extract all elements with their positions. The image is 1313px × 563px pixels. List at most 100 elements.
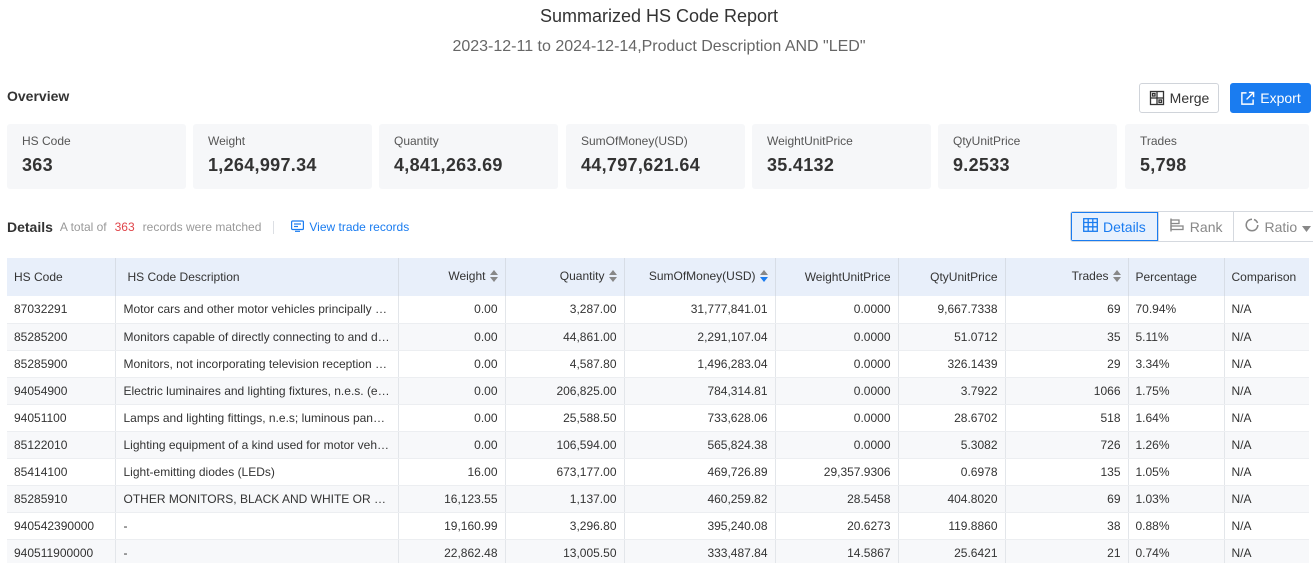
column-header-sum-of-money[interactable]: SumOfMoney(USD) — [624, 258, 776, 296]
column-header-qty-unit-price[interactable]: QtyUnitPrice — [898, 258, 1006, 296]
cell-description: Motor cars and other motor vehicles prin… — [115, 296, 399, 324]
report-subtitle: 2023-12-11 to 2024-12-14,Product Descrip… — [452, 38, 866, 55]
cell-comparison: N/A — [1224, 350, 1309, 378]
cell-sum-of-money: 31,777,841.01 — [624, 296, 776, 324]
sort-icon[interactable] — [759, 269, 768, 285]
cell-hs-code[interactable]: 85285910 — [7, 485, 116, 513]
merge-button[interactable]: Merge — [1139, 83, 1219, 113]
table-row[interactable]: 85285910 OTHER MONITORS, BLACK AND WHITE … — [7, 485, 1309, 513]
column-header-description[interactable]: HS Code Description — [115, 258, 399, 296]
cell-hs-code[interactable]: 940511900000 — [7, 539, 116, 563]
table-row[interactable]: 940542390000-19,160.99 3,296.80 395,240.08… — [7, 512, 1309, 540]
cell-qty-unit-price: 404.8020 — [898, 485, 1006, 513]
cell-weight: 0.00 — [398, 323, 506, 351]
cell-percentage: 1.03% — [1128, 485, 1225, 513]
cell-weight-unit-price: 0.0000 — [775, 377, 899, 405]
cell-trades: 1066 — [1005, 377, 1129, 405]
cell-hs-code[interactable]: 85285200 — [7, 323, 116, 351]
cell-hs-code[interactable]: 85122010 — [7, 431, 116, 459]
rank-view-label: Rank — [1189, 218, 1223, 235]
column-header-weight[interactable]: Weight — [398, 258, 506, 296]
card-value: 35.4132 — [767, 155, 835, 175]
cell-comparison: N/A — [1224, 431, 1309, 459]
cell-qty-unit-price: 3.7922 — [898, 377, 1006, 405]
hs-code-table: HS Code HS Code Description Weight Quant… — [7, 258, 1309, 563]
cell-quantity: 13,005.50 — [505, 539, 625, 563]
cell-percentage: 0.88% — [1128, 512, 1225, 540]
sort-icon[interactable] — [1112, 269, 1121, 285]
cell-weight: 0.00 — [398, 296, 506, 324]
column-header-trades[interactable]: Trades — [1005, 258, 1129, 296]
cell-weight: 19,160.99 — [398, 512, 506, 540]
cell-hs-code[interactable]: 85414100 — [7, 458, 116, 486]
card-value: 4,841,263.69 — [394, 155, 503, 175]
card-label: Weight — [208, 134, 246, 148]
cell-weight-unit-price: 0.0000 — [775, 323, 899, 351]
column-header-quantity[interactable]: Quantity — [505, 258, 625, 296]
column-header-percentage: Percentage — [1128, 258, 1225, 296]
total-suffix: records were matched — [142, 220, 262, 234]
record-count: 363 — [114, 220, 135, 234]
cell-comparison: N/A — [1224, 485, 1309, 513]
card-label: QtyUnitPrice — [953, 134, 1021, 148]
rank-view-button[interactable]: Rank — [1157, 212, 1234, 241]
cell-hs-code[interactable]: 94054900 — [7, 377, 116, 405]
cell-weight: 16.00 — [398, 458, 506, 486]
table-row[interactable]: 87032291 Motor cars and other motor vehic… — [7, 296, 1309, 324]
cell-qty-unit-price: 326.1439 — [898, 350, 1006, 378]
view-link-label: View trade records — [309, 220, 410, 234]
cell-percentage: 1.26% — [1128, 431, 1225, 459]
cell-weight: 0.00 — [398, 377, 506, 405]
cell-comparison: N/A — [1224, 377, 1309, 405]
cell-weight-unit-price: 0.0000 — [775, 296, 899, 324]
cell-hs-code[interactable]: 85285900 — [7, 350, 116, 378]
card-value: 363 — [22, 155, 53, 175]
report-title: Summarized HS Code Report — [539, 6, 779, 26]
cell-percentage: 1.64% — [1128, 404, 1225, 432]
view-trade-records-link[interactable]: View trade records — [291, 219, 410, 235]
column-header-hs-code[interactable]: HS Code — [7, 258, 116, 296]
sort-icon[interactable] — [608, 269, 617, 285]
details-header: Details A total of 363 records were matc… — [7, 217, 409, 237]
cell-quantity: 3,296.80 — [505, 512, 625, 540]
cell-comparison: N/A — [1224, 296, 1309, 324]
sort-icon[interactable] — [489, 269, 498, 285]
cell-trades: 21 — [1005, 539, 1129, 563]
cell-quantity: 206,825.00 — [505, 377, 625, 405]
cell-sum-of-money: 2,291,107.04 — [624, 323, 776, 351]
card-label: SumOfMoney(USD) — [581, 134, 688, 148]
cell-percentage: 0.74% — [1128, 539, 1225, 563]
cell-trades: 69 — [1005, 485, 1129, 513]
table-row[interactable]: 94054900 Electric luminaires and lighting… — [7, 377, 1309, 405]
table-row[interactable]: 85414100 Light-emitting diodes (LEDs) 16.0… — [7, 458, 1309, 486]
card-sum-of-money: SumOfMoney(USD) 44,797,621.64 — [566, 124, 745, 189]
export-button[interactable]: Export — [1230, 83, 1311, 113]
table-row[interactable]: 85285900 Monitors, not incorporating tele… — [7, 350, 1309, 378]
table-row[interactable]: 85285200 Monitors capable of directly con… — [7, 323, 1309, 351]
cell-trades: 69 — [1005, 296, 1129, 324]
table-row[interactable]: 940511900000-22,862.48 13,005.50 333,487.8… — [7, 539, 1309, 563]
table-body: 87032291 Motor cars and other motor vehic… — [7, 296, 1309, 563]
cell-weight: 16,123.55 — [398, 485, 506, 513]
cell-hs-code[interactable]: 87032291 — [7, 296, 116, 324]
cell-hs-code[interactable]: 940542390000 — [7, 512, 116, 540]
merge-icon — [1149, 90, 1165, 106]
cell-weight: 0.00 — [398, 350, 506, 378]
table-row[interactable]: 94051100 Lamps and lighting fittings, n.e… — [7, 404, 1309, 432]
cell-weight: 0.00 — [398, 404, 506, 432]
cell-qty-unit-price: 28.6702 — [898, 404, 1006, 432]
card-label: Trades — [1140, 134, 1177, 148]
cell-hs-code[interactable]: 94051100 — [7, 404, 116, 432]
card-weight: Weight 1,264,997.34 — [193, 124, 372, 189]
ratio-view-button[interactable]: Ratio — [1233, 212, 1313, 241]
cell-qty-unit-price: 0.6978 — [898, 458, 1006, 486]
cell-weight-unit-price: 0.0000 — [775, 431, 899, 459]
details-view-button[interactable]: Details — [1071, 212, 1158, 241]
cell-percentage: 5.11% — [1128, 323, 1225, 351]
table-row[interactable]: 85122010 Lighting equipment of a kind use… — [7, 431, 1309, 459]
cell-qty-unit-price: 119.8860 — [898, 512, 1006, 540]
cell-quantity: 4,587.80 — [505, 350, 625, 378]
total-prefix: A total of — [59, 220, 107, 234]
cell-weight-unit-price: 14.5867 — [775, 539, 899, 563]
column-header-weight-unit-price[interactable]: WeightUnitPrice — [775, 258, 899, 296]
